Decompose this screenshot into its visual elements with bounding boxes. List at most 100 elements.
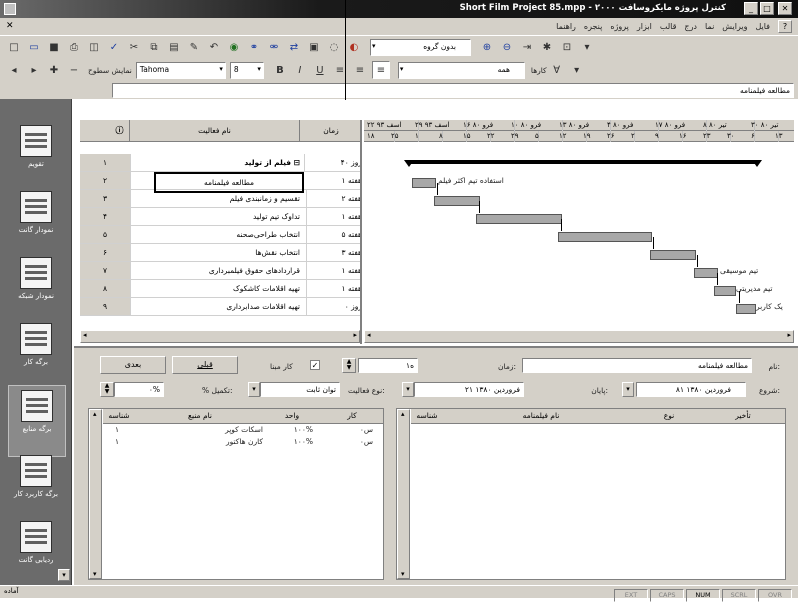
task-notes-icon[interactable]: ◌ (326, 40, 342, 56)
table-row[interactable]: ۵ انتخاب طراحی‌صحنه ۵ هفته (80, 226, 360, 244)
duration-column-header[interactable]: زمان (300, 120, 360, 142)
view-gantt[interactable]: نمودار گانت (8, 187, 64, 257)
scroll-down-icon[interactable]: ▾ (93, 570, 97, 578)
summary-bar[interactable] (408, 160, 758, 164)
table-row[interactable]: ۸ تهیه اقلامات کاشکوک ۱ هفته (80, 280, 360, 298)
menu-item-8[interactable]: پنجره (580, 22, 606, 31)
start-date-dropdown[interactable]: ▾ (622, 382, 634, 397)
view-resource-sheet[interactable]: برگه منابع (8, 385, 66, 457)
scroll-up-icon[interactable]: ▴ (93, 410, 97, 418)
predecessor-id-header[interactable]: شناسه (411, 409, 444, 424)
finish-date-field[interactable]: ۲۱ فروردین ۱۳۸۰ (414, 382, 524, 397)
open-icon[interactable]: ▭ (26, 40, 42, 56)
scroll-left-icon[interactable]: ◂ (367, 331, 371, 339)
table-row[interactable]: ۳ تقسیم و زمانبندی فیلم ۲ هفته (80, 190, 360, 208)
task-info-icon[interactable]: ▣ (306, 40, 322, 56)
table-row[interactable]: ۴ تداوک تیم تولید ۱ هفته (80, 208, 360, 226)
spelling-icon[interactable]: ✓ (106, 40, 122, 56)
chevron-down-icon[interactable]: ▾ (219, 63, 223, 76)
next-button[interactable]: بعدی (100, 356, 166, 374)
table-hscrollbar[interactable]: ◂ ▸ (80, 330, 360, 343)
menu-item-4[interactable]: درج (680, 22, 701, 31)
show-subtasks-icon[interactable]: ✚ (46, 62, 62, 78)
view-tracking-gantt[interactable]: ردیابی گانت (8, 517, 64, 587)
task-duration[interactable]: ۳ هفته (300, 244, 360, 261)
task-bar[interactable] (434, 196, 480, 206)
align-left-icon[interactable]: ≡ (371, 61, 390, 79)
table-row[interactable]: ۱ کارن هاکتور ۱۰۰% ۰س (103, 436, 383, 448)
autofilter-icon[interactable]: ∀ (549, 62, 565, 78)
task-duration[interactable]: ۰ روز (300, 298, 360, 315)
assign-resources-icon[interactable]: ◐ (346, 40, 362, 56)
paste-icon[interactable]: ▤ (166, 40, 182, 56)
outline-levels-button[interactable]: نمایش سطوح (88, 66, 132, 75)
close-button[interactable]: ✕ (778, 2, 792, 15)
menu-item-5[interactable]: قالب (656, 22, 681, 31)
toolbar-options-icon[interactable]: ▾ (569, 62, 585, 78)
autofilter-button[interactable]: کارها (531, 66, 547, 75)
unlink-tasks-icon[interactable]: ⚮ (266, 40, 282, 56)
task-bar[interactable] (558, 232, 652, 242)
gantt-hscrollbar[interactable]: ◂ ▸ (364, 330, 794, 343)
view-network[interactable]: نمودار شبکه (8, 253, 64, 323)
task-name[interactable]: تهیه اقلامات کاشکوک (130, 280, 307, 297)
group-combo[interactable]: بدون گروه ▾ (370, 39, 471, 56)
predecessor-name-header[interactable]: نام فیلمنامه (443, 409, 640, 424)
resource-grid-vscroll[interactable]: ▴ ▾ (89, 409, 102, 579)
font-name-combo[interactable]: Tahoma ▾ (135, 61, 226, 79)
task-duration[interactable]: ۱ هفته (300, 172, 360, 189)
task-name[interactable]: تهیه اقلامات صدابرداری (130, 298, 307, 315)
menu-item-9[interactable]: راهنما (552, 22, 580, 31)
task-name-field[interactable]: مطالعه فیلمنامه (522, 358, 752, 373)
scroll-up-icon[interactable]: ▴ (401, 410, 405, 418)
predecessor-grid-vscroll[interactable]: ▴ ▾ (397, 409, 410, 579)
task-bar[interactable] (412, 178, 436, 188)
menu-item-1[interactable]: فایل (751, 22, 774, 31)
hide-subtasks-icon[interactable]: − (66, 62, 82, 78)
new-icon[interactable]: □ (6, 40, 22, 56)
task-bar[interactable] (650, 250, 696, 260)
table-row[interactable]: ۱ فیلم از تولید ⊟ ۴۰ روز (80, 154, 360, 172)
chevron-down-icon[interactable]: ▾ (257, 63, 261, 76)
format-painter-icon[interactable]: ✎ (186, 40, 202, 56)
menu-item-6[interactable]: ابزار (633, 22, 656, 31)
task-duration[interactable]: ۴۰ روز (300, 154, 360, 171)
help-icon[interactable]: ? (778, 20, 792, 33)
name-column-header[interactable]: نام فعالیت (130, 120, 300, 142)
minimize-button[interactable]: _ (744, 2, 758, 15)
duration-field[interactable]: ۱ه (358, 358, 418, 373)
table-row[interactable]: ۲ مطالعه فیلمنامه ۱ هفته (80, 172, 360, 193)
menu-item-2[interactable]: ویرایش (718, 22, 751, 31)
underline-icon[interactable]: U (312, 62, 328, 78)
table-row[interactable]: ۱ اسکات کوپر ۱۰۰% ۰س (103, 424, 383, 436)
copy-icon[interactable]: ⧉ (146, 40, 162, 56)
task-duration[interactable]: ۱ هفته (300, 280, 360, 297)
task-name[interactable]: فیلم از تولید ⊟ (130, 154, 305, 171)
scroll-right-icon[interactable]: ▸ (787, 331, 791, 339)
print-preview-icon[interactable]: ◫ (86, 40, 102, 56)
save-icon[interactable]: ■ (46, 40, 62, 56)
task-name[interactable]: انتخاب طراحی‌صحنه (130, 226, 307, 243)
indent-icon[interactable]: ▸ (26, 62, 42, 78)
task-name[interactable]: قراردادهای حقوق فیلمبرداری (130, 262, 307, 279)
task-duration[interactable]: ۲ هفته (300, 190, 360, 207)
task-name[interactable]: انتخاب نقش‌ها (130, 244, 307, 261)
align-center-icon[interactable]: ≡ (352, 62, 368, 78)
resource-name-header[interactable]: نام منبع (135, 409, 266, 424)
maximize-button[interactable]: □ (760, 2, 774, 15)
gantt-wizard-icon[interactable]: ⊡ (559, 40, 575, 56)
table-row[interactable]: ۷ قراردادهای حقوق فیلمبرداری ۱ هفته (80, 262, 360, 280)
resource-work-header[interactable]: کار (319, 409, 383, 424)
insert-hyperlink-icon[interactable]: ◉ (226, 40, 242, 56)
font-size-combo[interactable]: 8 ▾ (229, 61, 264, 79)
finish-date-dropdown[interactable]: ▾ (402, 382, 414, 397)
cut-icon[interactable]: ✂ (126, 40, 142, 56)
filter-combo[interactable]: همه ▾ (397, 61, 525, 79)
duration-spinner[interactable]: ▲ ▼ (342, 358, 356, 373)
zoom-out-icon[interactable]: ⊖ (499, 40, 515, 56)
print-icon[interactable]: ⎙ (66, 40, 82, 56)
predecessor-lag-header[interactable]: تأخیر (699, 409, 785, 424)
table-row[interactable]: ۹ تهیه اقلامات صدابرداری ۰ روز (80, 298, 360, 316)
bold-icon[interactable]: B (272, 62, 288, 78)
table-row[interactable]: ۶ انتخاب نقش‌ها ۳ هفته (80, 244, 360, 262)
